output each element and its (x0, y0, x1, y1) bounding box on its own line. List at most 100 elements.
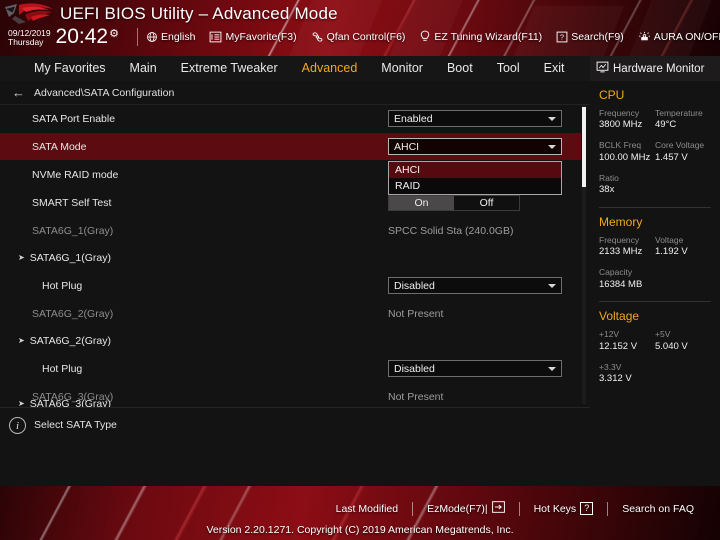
last-modified-button[interactable]: Last Modified (322, 503, 412, 515)
toggle-off-option[interactable]: Off (454, 195, 519, 210)
row-hot-plug-2[interactable]: Hot Plug Disabled (0, 355, 581, 382)
tab-tool[interactable]: Tool (485, 56, 532, 81)
metric-value: 5.040 V (655, 340, 688, 352)
row-label: SATA6G_2(Gray) (29, 334, 112, 347)
rog-logo (5, 3, 53, 24)
section-title: CPU (599, 88, 625, 102)
ezmode-button[interactable]: EzMode(F7)| (413, 501, 519, 516)
hardware-monitor-title: Hardware Monitor (613, 62, 705, 75)
metric-memory-capacity: Capacity 16384 MB (599, 267, 711, 291)
search-button[interactable]: ? Search(F9) (556, 31, 624, 43)
submenu-arrow-icon: ➤ (18, 335, 25, 345)
tab-advanced[interactable]: Advanced (289, 56, 370, 82)
metric-key: BCLK Freq (599, 140, 642, 151)
metric-value: 38x (599, 184, 615, 196)
ez-tuning-wizard-button[interactable]: EZ Tuning Wizard(F11) (419, 30, 542, 43)
qfan-control-label: Qfan Control(F6) (326, 30, 406, 43)
tab-main[interactable]: Main (118, 56, 169, 81)
row-sata6g-1-submenu[interactable]: ➤ SATA6G_1(Gray) (0, 244, 581, 271)
dropdown-option-ahci[interactable]: AHCI (389, 162, 561, 178)
metric-key: Core Voltage (655, 140, 705, 151)
chevron-down-icon (548, 116, 556, 121)
sata-mode-dropdown-list[interactable]: AHCI RAID (388, 161, 562, 195)
hot-plug-1-value: Disabled (394, 279, 435, 292)
last-modified-label: Last Modified (335, 502, 399, 515)
smart-self-test-toggle[interactable]: On Off (388, 194, 520, 211)
metric-key: +3.3V (599, 361, 622, 372)
tab-monitor[interactable]: Monitor (369, 56, 435, 81)
row-sata6g-2-submenu[interactable]: ➤ SATA6G_2(Gray) (0, 327, 581, 354)
search-on-faq-button[interactable]: Search on FAQ (608, 503, 708, 515)
qfan-control-button[interactable]: Qfan Control(F6) (311, 30, 406, 43)
submenu-arrow-icon: ➤ (18, 252, 25, 262)
metric-value: 1.457 V (655, 151, 688, 163)
metric-value: 3.312 V (599, 373, 632, 385)
bottom-bar: Last Modified EzMode(F7)| Hot Keys ? Sea… (0, 486, 720, 540)
metric-cpu-ratio: Ratio 38x (599, 173, 711, 197)
chevron-down-icon (548, 144, 556, 149)
chevron-down-icon (548, 366, 556, 371)
star-list-icon (209, 31, 222, 43)
metric-12v: +12V 12.152 V (599, 329, 655, 353)
sata-mode-select[interactable]: AHCI (388, 138, 562, 155)
row-label: Hot Plug (42, 362, 83, 375)
bulb-icon (419, 30, 431, 43)
bios-screen: UEFI BIOS Utility – Advanced Mode 09/12/… (0, 0, 720, 540)
metric-key: +12V (599, 329, 620, 340)
row-sata-mode[interactable]: SATA Mode AHCI (0, 133, 581, 160)
sidebar-section-cpu: CPU Frequency 3800 MHz Temperature 49°C … (590, 81, 720, 205)
back-arrow-icon[interactable]: ← (12, 86, 25, 99)
metric-value: 3800 MHz (599, 119, 643, 131)
row-sata6g-1-info: SATA6G_1(Gray) SPCC Solid Sta (240.0GB) (0, 217, 581, 244)
row-label: SATA Port Enable (32, 112, 116, 125)
current-weekday: Thursday (8, 37, 44, 48)
metric-key: Capacity (599, 267, 633, 278)
dropdown-option-raid[interactable]: RAID (389, 178, 561, 194)
row-sata-port-enable[interactable]: SATA Port Enable Enabled (0, 105, 581, 132)
metric-5v: +5V 5.040 V (655, 329, 711, 353)
content-scrollbar-thumb[interactable] (582, 107, 586, 187)
row-hot-plug-1[interactable]: Hot Plug Disabled (0, 272, 581, 299)
metric-key: Frequency (599, 108, 640, 118)
metric-value: 1.192 V (655, 246, 688, 258)
language-button[interactable]: English (146, 31, 195, 43)
settings-row-list: SATA Port Enable Enabled SATA Mode AHCI … (0, 105, 590, 410)
row-label: SATA6G_2(Gray) (32, 307, 114, 320)
gear-icon[interactable]: ⚙ (109, 27, 119, 40)
header-divider (137, 28, 138, 46)
page-title: UEFI BIOS Utility – Advanced Mode (60, 4, 338, 23)
row-label: SATA6G_1(Gray) (32, 224, 114, 237)
search-label: Search(F9) (571, 30, 624, 43)
globe-icon (146, 31, 158, 43)
sata-port-enable-select[interactable]: Enabled (388, 110, 562, 127)
toggle-on-option[interactable]: On (389, 195, 454, 210)
tab-exit[interactable]: Exit (532, 56, 577, 81)
sata-port-enable-value: Enabled (394, 112, 433, 125)
metric-key: Voltage (655, 234, 684, 245)
metric-key: Frequency (599, 234, 640, 245)
row-label: SATA Mode (32, 140, 87, 153)
monitor-icon (596, 60, 609, 78)
row-label: NVMe RAID mode (32, 168, 119, 181)
tab-my-favorites[interactable]: My Favorites (22, 56, 118, 81)
hot-plug-2-select[interactable]: Disabled (388, 360, 562, 377)
row-label: SMART Self Test (32, 196, 112, 209)
breadcrumb-path: Advanced\SATA Configuration (34, 86, 175, 99)
hot-plug-1-select[interactable]: Disabled (388, 277, 562, 294)
metric-33v: +3.3V 3.312 V (599, 362, 711, 386)
question-key-icon: ? (580, 502, 594, 515)
row-label: Hot Plug (42, 279, 83, 292)
info-icon: i (9, 417, 26, 434)
tab-extreme-tweaker[interactable]: Extreme Tweaker (169, 56, 290, 81)
metric-memory-frequency: Frequency 2133 MHz (599, 235, 655, 259)
aura-button[interactable]: AURA ON/OFF(F4) (638, 31, 720, 43)
row-value: SPCC Solid Sta (240.0GB) (388, 224, 514, 237)
language-label: English (161, 30, 196, 43)
hot-keys-button[interactable]: Hot Keys ? (520, 502, 608, 515)
metric-cpu-temperature: Temperature 49°C (655, 108, 711, 132)
help-panel: i Select SATA Type (0, 407, 590, 486)
search-on-faq-label: Search on FAQ (622, 502, 694, 515)
tab-boot[interactable]: Boot (435, 56, 485, 81)
sidebar-section-voltage: Voltage +12V 12.152 V +5V 5.040 V +3.3V … (590, 302, 720, 394)
myfavorite-button[interactable]: MyFavorite(F3) (209, 31, 297, 43)
